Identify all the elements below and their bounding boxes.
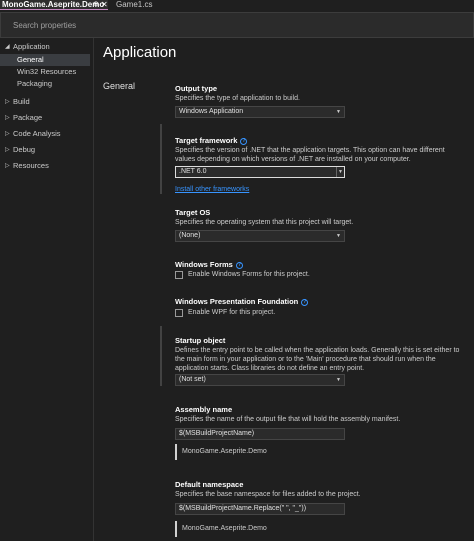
target-os-select[interactable]: (None) ▼	[175, 230, 345, 242]
sidebar-item-label: Resources	[13, 161, 49, 170]
sidebar-item-debug[interactable]: ▷ Debug	[0, 144, 90, 156]
select-value: (Not set)	[179, 376, 206, 383]
search-box	[0, 12, 474, 38]
tab-label: Game1.cs	[116, 0, 153, 9]
startup-object-title: Startup object	[175, 336, 226, 345]
modified-indicator	[160, 124, 162, 194]
checkbox-label: Enable WPF for this project.	[188, 309, 276, 316]
default-namespace-preview: MonoGame.Aseprite.Demo	[175, 521, 335, 537]
sidebar-item-build[interactable]: ▷ Build	[0, 96, 90, 108]
tab-game1-cs[interactable]: Game1.cs	[112, 0, 158, 10]
close-icon[interactable]: ✕	[101, 0, 108, 9]
expanded-caret-icon: ◢	[5, 44, 10, 50]
assembly-name-field[interactable]: $(MSBuildProjectName)	[175, 428, 345, 440]
sidebar-item-label: Packaging	[17, 79, 53, 88]
collapsed-caret-icon: ▷	[5, 115, 10, 121]
output-type-select[interactable]: Windows Application ▼	[175, 106, 345, 118]
sidebar-divider	[93, 38, 94, 541]
sidebar-item-label: Build	[13, 97, 30, 106]
sidebar-item-win32-resources[interactable]: Win32 Resources	[0, 66, 90, 78]
target-os-title: Target OS	[175, 208, 211, 217]
pin-icon[interactable]: ⊕	[93, 0, 99, 8]
startup-object-description: Defines the entry point to be called whe…	[175, 347, 460, 372]
wpf-title: Windows Presentation Foundation?	[175, 297, 309, 306]
sidebar: ◢ Application General Win32 Resources Pa…	[0, 38, 92, 541]
tab-label: MonoGame.Aseprite.Demo	[2, 0, 105, 9]
select-value: (None)	[179, 232, 201, 239]
collapsed-caret-icon: ▷	[5, 147, 10, 153]
startup-object-select[interactable]: (Not set) ▼	[175, 374, 345, 386]
select-value: Windows Application	[179, 108, 244, 115]
select-value: .NET 6.0	[179, 168, 207, 175]
property-title-text: Windows Forms	[175, 260, 233, 269]
document-tab-bar: MonoGame.Aseprite.Demo ⊕ ✕ Game1.cs	[0, 0, 474, 10]
tab-project-properties[interactable]: MonoGame.Aseprite.Demo	[0, 0, 108, 10]
output-type-title: Output type	[175, 84, 218, 93]
checkbox-label: Enable Windows Forms for this project.	[188, 271, 310, 278]
sidebar-item-package[interactable]: ▷ Package	[0, 112, 90, 124]
sidebar-item-label: Debug	[13, 145, 36, 154]
sidebar-item-label: Code Analysis	[13, 129, 61, 138]
sidebar-item-general[interactable]: General	[0, 54, 90, 66]
default-namespace-field[interactable]: $(MSBuildProjectName.Replace(" ", "_"))	[175, 503, 345, 515]
sidebar-item-packaging[interactable]: Packaging	[0, 78, 90, 90]
target-framework-description: Specifies the version of .NET that the a…	[175, 147, 445, 163]
info-icon[interactable]: ?	[301, 298, 309, 306]
output-type-description: Specifies the type of application to bui…	[175, 95, 300, 102]
info-icon[interactable]: ?	[235, 261, 243, 269]
target-framework-title: Target framework?	[175, 136, 248, 145]
chevron-down-icon: ▼	[336, 167, 344, 177]
chevron-down-icon: ▼	[336, 109, 341, 115]
search-input[interactable]	[1, 13, 473, 37]
page-title: Application	[103, 44, 177, 61]
target-framework-select[interactable]: .NET 6.0 ▼	[175, 166, 345, 178]
sidebar-item-label: Application	[13, 42, 50, 51]
assembly-name-title: Assembly name	[175, 405, 233, 414]
sidebar-item-label: Win32 Resources	[17, 67, 77, 76]
property-title-text: Target framework	[175, 136, 238, 145]
sidebar-item-resources[interactable]: ▷ Resources	[0, 160, 90, 172]
sidebar-item-application[interactable]: ◢ Application	[0, 41, 90, 53]
default-namespace-title: Default namespace	[175, 480, 244, 489]
property-title-text: Windows Presentation Foundation	[175, 297, 299, 306]
windows-forms-title: Windows Forms?	[175, 260, 243, 269]
sidebar-item-code-analysis[interactable]: ▷ Code Analysis	[0, 128, 90, 140]
checkbox-box[interactable]	[175, 309, 183, 317]
collapsed-caret-icon: ▷	[5, 163, 10, 169]
collapsed-caret-icon: ▷	[5, 99, 10, 105]
target-os-description: Specifies the operating system that this…	[175, 219, 354, 226]
checkbox-box[interactable]	[175, 271, 183, 279]
sidebar-item-label: General	[17, 55, 44, 64]
info-icon[interactable]: ?	[240, 137, 248, 145]
install-other-frameworks-link[interactable]: Install other frameworks	[175, 186, 249, 193]
default-namespace-description: Specifies the base namespace for files a…	[175, 491, 361, 498]
collapsed-caret-icon: ▷	[5, 131, 10, 137]
sidebar-item-label: Package	[13, 113, 43, 122]
section-label-general: General	[103, 81, 136, 91]
chevron-down-icon: ▼	[336, 233, 341, 239]
chevron-down-icon: ▼	[336, 377, 341, 383]
assembly-name-preview: MonoGame.Aseprite.Demo	[175, 444, 335, 460]
modified-indicator	[160, 326, 162, 386]
assembly-name-description: Specifies the name of the output file th…	[175, 416, 401, 423]
